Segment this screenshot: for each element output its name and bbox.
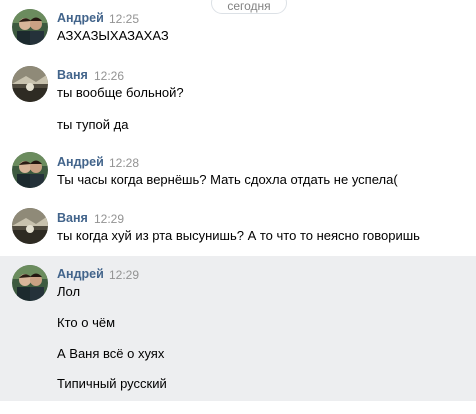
avatar-vanya[interactable]: [12, 66, 48, 102]
message-text: Лол: [57, 284, 81, 299]
message-author[interactable]: Андрей: [57, 155, 104, 169]
message-text: АЗХАЗЫХАЗАХАЗ: [57, 28, 169, 43]
message-time[interactable]: 12:25: [109, 12, 139, 26]
message-author[interactable]: Андрей: [57, 11, 104, 25]
avatar-andrey[interactable]: [12, 152, 48, 188]
message-time[interactable]: 12:26: [94, 69, 124, 83]
avatar-andrey[interactable]: [12, 265, 48, 301]
message-author[interactable]: Ваня: [57, 211, 88, 225]
avatar-vanya[interactable]: [12, 208, 48, 244]
message-time[interactable]: 12:29: [109, 268, 139, 282]
message-item[interactable]: Ваня 12:29 ты когда хуй из рта высунишь?…: [0, 198, 476, 256]
user-avatar-icon: [12, 208, 48, 244]
user-avatar-icon: [12, 66, 48, 102]
user-avatar-icon: [12, 265, 48, 301]
message-item-highlighted[interactable]: Андрей 12:29 Лол Кто о чём А Ваня всё о …: [0, 256, 476, 401]
message-item[interactable]: Андрей 12:28 Ты часы когда вернёшь? Мать…: [0, 142, 476, 198]
user-avatar-icon: [12, 152, 48, 188]
message-time[interactable]: 12:28: [109, 156, 139, 170]
message-text: А Ваня всё о хуях: [57, 346, 165, 361]
message-text: ты когда хуй из рта высунишь? А то что т…: [57, 228, 420, 243]
message-text: Кто о чём: [57, 315, 116, 330]
message-author[interactable]: Андрей: [57, 267, 104, 281]
message-text: Типичный русский: [57, 376, 167, 391]
avatar-andrey[interactable]: [12, 9, 48, 45]
message-author[interactable]: Ваня: [57, 68, 88, 82]
message-text: ты тупой да: [57, 117, 129, 132]
message-item[interactable]: Андрей 12:25 АЗХАЗЫХАЗАХАЗ: [0, 0, 476, 54]
message-text: Ты часы когда вернёшь? Мать сдохла отдат…: [57, 172, 398, 187]
message-item[interactable]: Ваня 12:26 ты вообще больной? ты тупой д…: [0, 54, 476, 142]
user-avatar-icon: [12, 9, 48, 45]
message-time[interactable]: 12:29: [94, 212, 124, 226]
message-text: ты вообще больной?: [57, 85, 184, 100]
